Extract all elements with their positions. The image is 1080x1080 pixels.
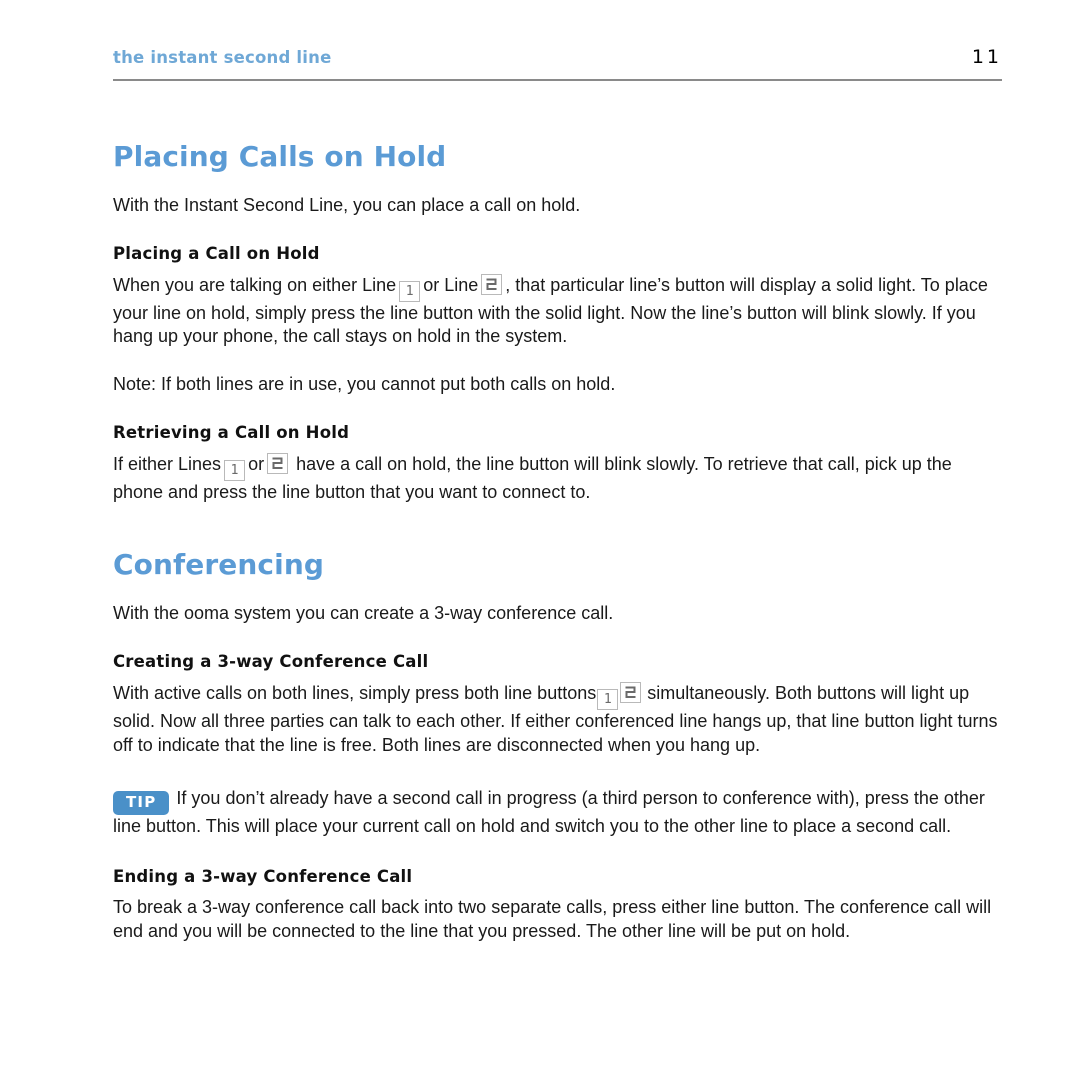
tip-text: If you don’t already have a second call … [113,788,985,837]
paragraph-placing-a-call-on-hold: When you are talking on either Line 1 or L… [113,273,1002,349]
line-button-1-label: 1 [603,692,612,708]
paragraph-ending-conference-call: To break a 3-way conference call back in… [113,897,992,941]
section-title-conferencing: Conferencing [113,548,324,582]
subsection-title-retrieving-a-call-on-hold: Retrieving a Call on Hold [113,423,350,443]
page-content: Placing Calls on Hold With the Instant S… [113,140,1002,943]
line-button-1-label: 1 [230,462,239,478]
paragraph-text-part: If either Lines [113,453,222,474]
document-page: the instant second line 11 Placing Calls… [0,0,1080,1080]
paragraph-text-part: or [248,453,265,474]
paragraph-creating-conference-call: With active calls on both lines, simply … [113,682,1002,757]
page-header: the instant second line 11 [113,46,1002,68]
paragraph-text-part: or Line [423,274,479,295]
subsection-title-placing-a-call-on-hold: Placing a Call on Hold [113,244,320,264]
line-button-2-icon[interactable] [267,452,289,474]
subsection-title-creating-a-3-way-conference-call: Creating a 3-way Conference Call [113,652,429,672]
header-title: the instant second line [113,48,332,67]
section-lead-paragraph-conferencing: With the ooma system you can create a 3-… [113,602,614,623]
header-divider [113,79,1002,81]
line-button-1-icon[interactable]: 1 [597,689,619,711]
line-button-2-icon[interactable] [481,273,503,295]
page-number: 11 [971,46,1002,68]
paragraph-text-part: With active calls on both lines, simply … [113,683,597,704]
line-button-1-icon[interactable]: 1 [399,280,421,302]
tip-badge: TIP [113,791,170,816]
line-button-1-icon[interactable]: 1 [224,459,246,481]
paragraph-retrieving-a-call-on-hold: If either Lines 1 or have a call on hold, … [113,452,1002,505]
tip-callout: TIP If you don’t already have a second ca… [113,787,1002,839]
paragraph-text-part: When you are talking on either Line [113,274,397,295]
tip-paragraph: TIP If you don’t already have a second ca… [113,787,1002,839]
subsection-title-ending-a-3-way-conference-call: Ending a 3-way Conference Call [113,866,413,886]
line-button-2-icon[interactable] [620,682,642,704]
line-button-1-label: 1 [405,283,414,299]
section-lead-paragraph: With the Instant Second Line, you can pl… [113,194,581,215]
section-title-placing-calls-on-hold: Placing Calls on Hold [113,140,447,173]
note-paragraph-both-lines: Note: If both lines are in use, you cann… [113,373,616,394]
